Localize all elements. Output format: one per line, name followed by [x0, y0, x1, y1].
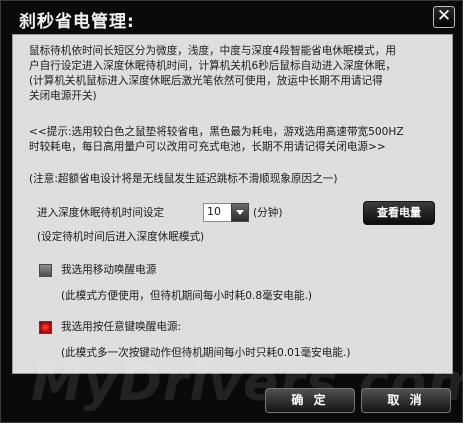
sleep-time-hint: (设定待机时间后进入深度休眠模式)	[37, 231, 205, 243]
intro-line-2: 户自行设定进入深度休眠待机时间，计算机关机6秒后鼠标自动进入深度休眠，	[29, 60, 396, 72]
keypress-wake-checkbox[interactable]	[39, 321, 52, 334]
intro-line-1: 鼠标待机依时间长短区分为微度，浅度，中度与深度4段智能省电休眠模式，用	[29, 45, 396, 57]
tip-line-1: <<提示:选用较白色之鼠垫将较省电，黑色最为耗电，游戏选用高速带宽500HZ	[29, 126, 404, 138]
tip-line-2: 时较耗电，每日高用量户可以改用可充式电池，长期不用请记得关闭电源>>	[29, 141, 386, 153]
power-management-dialog: 刹秒省电管理: ✕ 鼠标待机依时间长短区分为微度，浅度，中度与深度4段智能省电休…	[0, 0, 463, 423]
note-text: (注意:超额省电设计将是无线鼠发生延迟跳标不滑顺现象原因之一)	[29, 173, 338, 185]
dialog-title: 刹秒省电管理:	[19, 12, 135, 32]
sleep-time-label: 进入深度休眠待机时间设定	[37, 207, 165, 219]
motion-wake-label: 我选用移动唤醒电源	[61, 264, 157, 276]
chevron-down-icon[interactable]	[231, 203, 249, 222]
intro-line-3: (计算机关机鼠标进入深度休眠后激光笔依然可使用，放运中长期不用请记得	[29, 75, 383, 87]
sleep-time-select[interactable]: 10	[203, 203, 249, 222]
motion-wake-desc: (此模式方便使用，但待机期间每小时耗0.8毫安电能.)	[61, 290, 312, 302]
settings-panel: 鼠标待机依时间长短区分为微度，浅度，中度与深度4段智能省电休眠模式，用 户自行设…	[12, 34, 453, 374]
keypress-wake-label: 我选用按任意键唤醒电源:	[61, 321, 182, 333]
intro-line-4: 关闭电源开关)	[29, 90, 97, 102]
close-icon: ✕	[436, 6, 452, 26]
motion-wake-checkbox[interactable]	[39, 264, 52, 277]
sleep-time-unit: (分钟)	[253, 207, 283, 219]
check-battery-button[interactable]: 查看电量	[363, 201, 435, 225]
ok-button[interactable]: 确 定	[265, 388, 355, 413]
cancel-button[interactable]: 取 消	[361, 388, 451, 413]
keypress-wake-desc: (此模式多一次按键动作但待机期间每小时只耗0.01毫安电能.)	[61, 347, 351, 359]
close-button[interactable]: ✕	[433, 6, 455, 28]
sleep-time-value: 10	[207, 205, 221, 218]
